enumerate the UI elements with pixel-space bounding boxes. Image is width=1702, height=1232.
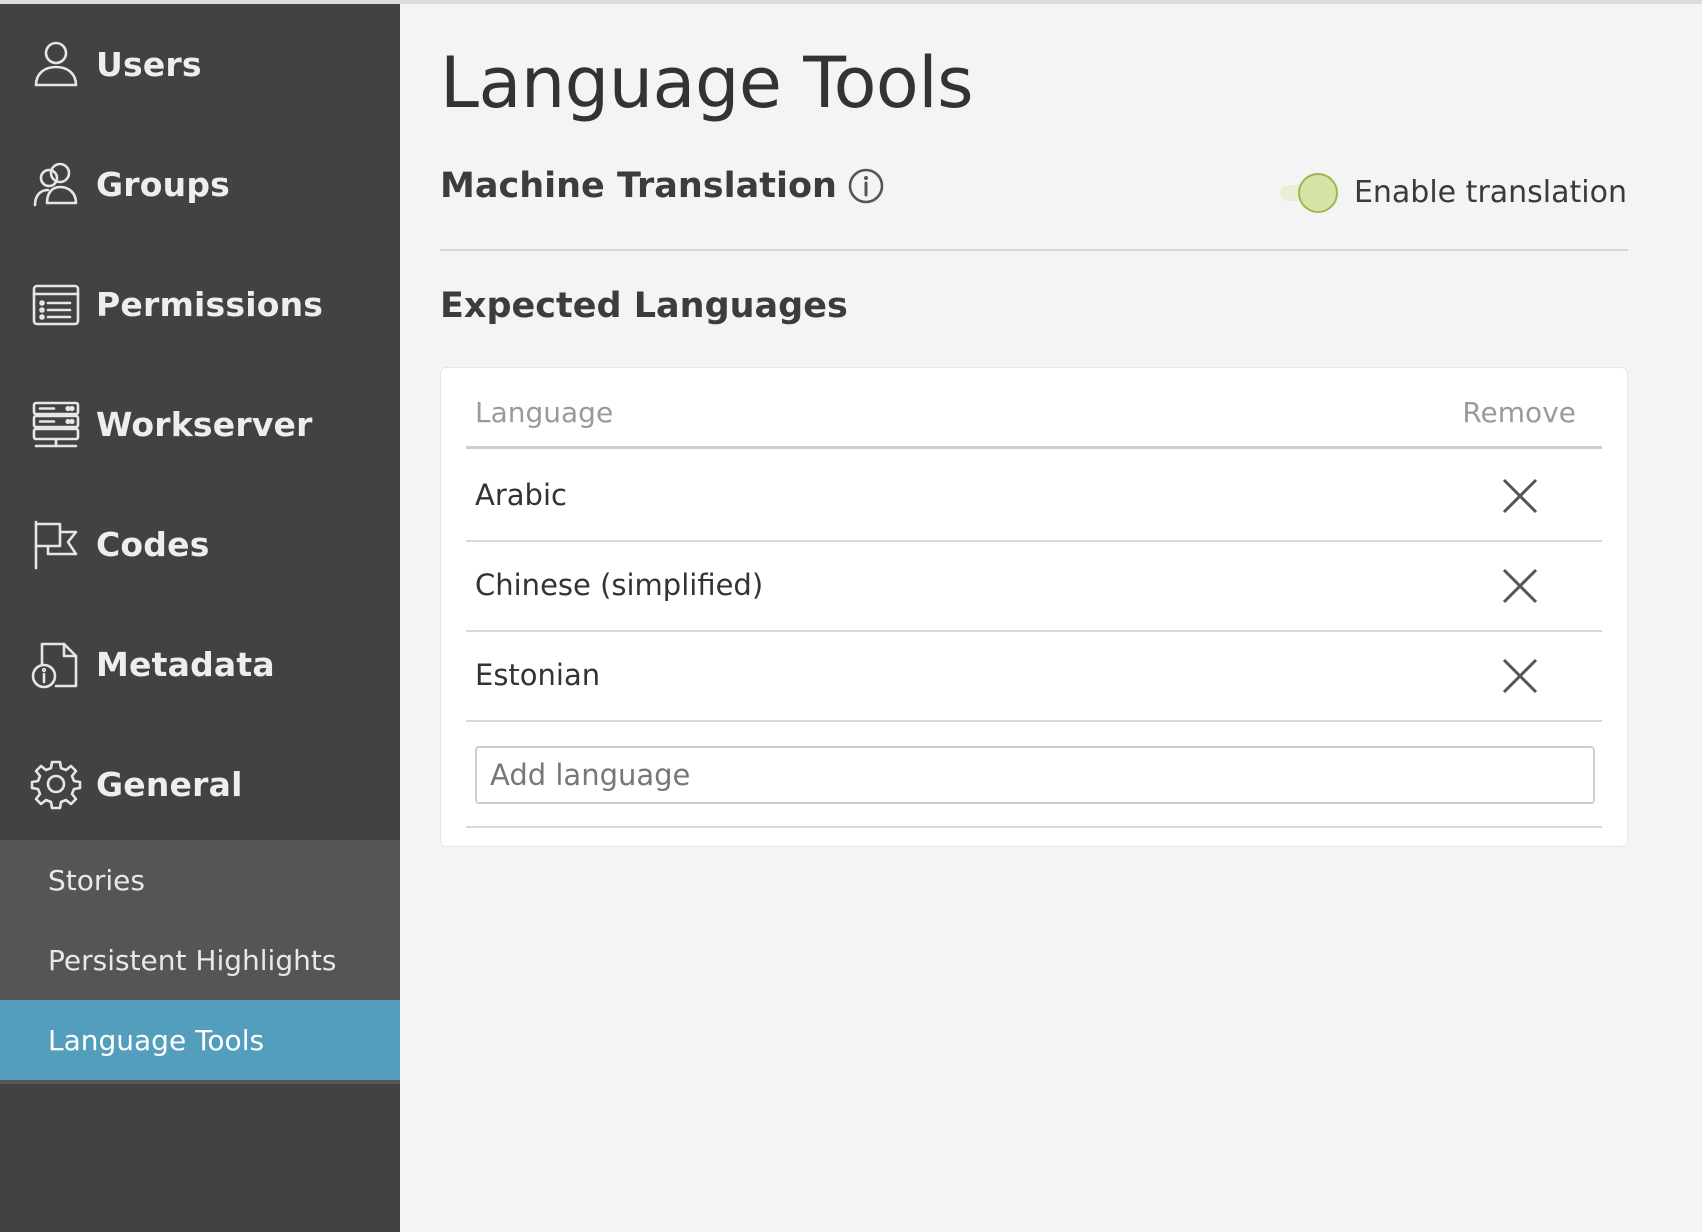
group-icon bbox=[30, 158, 82, 210]
add-language-row bbox=[466, 724, 1602, 828]
language-name: Estonian bbox=[475, 658, 601, 692]
toggle-knob bbox=[1297, 173, 1338, 213]
sidebar-item-users[interactable]: Users bbox=[0, 4, 400, 124]
sidebar-item-groups[interactable]: Groups bbox=[0, 124, 400, 244]
sidebar-item-metadata[interactable]: Metadata bbox=[0, 604, 400, 724]
table-row: Arabic bbox=[466, 452, 1602, 542]
app-window: Users Groups Permissions Workserver Code bbox=[0, 0, 1702, 1232]
flag-icon bbox=[30, 518, 82, 570]
sidebar-item-workserver[interactable]: Workserver bbox=[0, 364, 400, 484]
sidebar-item-permissions[interactable]: Permissions bbox=[0, 244, 400, 364]
sidebar-item-label: Workserver bbox=[96, 404, 313, 444]
machine-translation-header: Machine Translation bbox=[440, 166, 885, 206]
close-icon bbox=[1502, 658, 1538, 694]
sidebar: Users Groups Permissions Workserver Code bbox=[0, 4, 400, 1232]
main-content: Language Tools Machine Translation Enabl… bbox=[400, 4, 1702, 1232]
languages-table-card: Language Remove Arabic Chinese (simplifi… bbox=[440, 367, 1628, 847]
close-icon bbox=[1502, 478, 1538, 514]
document-info-icon bbox=[30, 638, 82, 690]
column-header-language: Language bbox=[475, 396, 614, 429]
sidebar-subitem-label: Stories bbox=[48, 863, 145, 897]
server-icon bbox=[30, 398, 82, 450]
remove-language-button[interactable] bbox=[1500, 656, 1540, 696]
sidebar-subitem-language-tools[interactable]: Language Tools bbox=[0, 1000, 400, 1080]
table-row: Chinese (simplified) bbox=[466, 542, 1602, 632]
sidebar-item-label: Groups bbox=[96, 164, 230, 204]
sidebar-subitem-label: Language Tools bbox=[48, 1023, 265, 1057]
remove-language-button[interactable] bbox=[1500, 566, 1540, 606]
page-title: Language Tools bbox=[440, 42, 974, 124]
sidebar-item-label: General bbox=[96, 764, 243, 804]
sidebar-item-general[interactable]: General bbox=[0, 724, 400, 844]
sidebar-subitem-persistent-highlights[interactable]: Persistent Highlights bbox=[0, 920, 400, 1000]
toggle-switch[interactable] bbox=[1276, 170, 1340, 214]
add-language-input[interactable] bbox=[475, 746, 1595, 804]
language-name: Arabic bbox=[475, 478, 567, 512]
sidebar-subitem-stories[interactable]: Stories bbox=[0, 840, 400, 920]
gear-icon bbox=[30, 758, 82, 810]
permissions-icon bbox=[30, 278, 82, 330]
enable-translation-toggle[interactable]: Enable translation bbox=[1276, 170, 1627, 214]
section-divider bbox=[440, 249, 1628, 251]
sidebar-subitem-label: Persistent Highlights bbox=[48, 943, 337, 977]
toggle-label: Enable translation bbox=[1353, 174, 1627, 210]
sidebar-item-codes[interactable]: Codes bbox=[0, 484, 400, 604]
section-title: Machine Translation bbox=[440, 166, 837, 206]
info-icon[interactable] bbox=[847, 167, 885, 205]
table-row: Estonian bbox=[466, 632, 1602, 722]
user-icon bbox=[30, 38, 82, 90]
language-name: Chinese (simplified) bbox=[475, 568, 764, 602]
column-header-remove: Remove bbox=[1462, 396, 1576, 429]
sidebar-item-label: Permissions bbox=[96, 284, 324, 324]
remove-language-button[interactable] bbox=[1500, 476, 1540, 516]
close-icon bbox=[1502, 568, 1538, 604]
sidebar-item-label: Users bbox=[96, 44, 202, 84]
sidebar-item-label: Metadata bbox=[96, 644, 275, 684]
expected-languages-title: Expected Languages bbox=[440, 286, 848, 326]
sidebar-item-label: Codes bbox=[96, 524, 210, 564]
table-header: Language Remove bbox=[466, 368, 1602, 449]
sidebar-subnav: Stories Persistent Highlights Language T… bbox=[0, 840, 400, 1084]
